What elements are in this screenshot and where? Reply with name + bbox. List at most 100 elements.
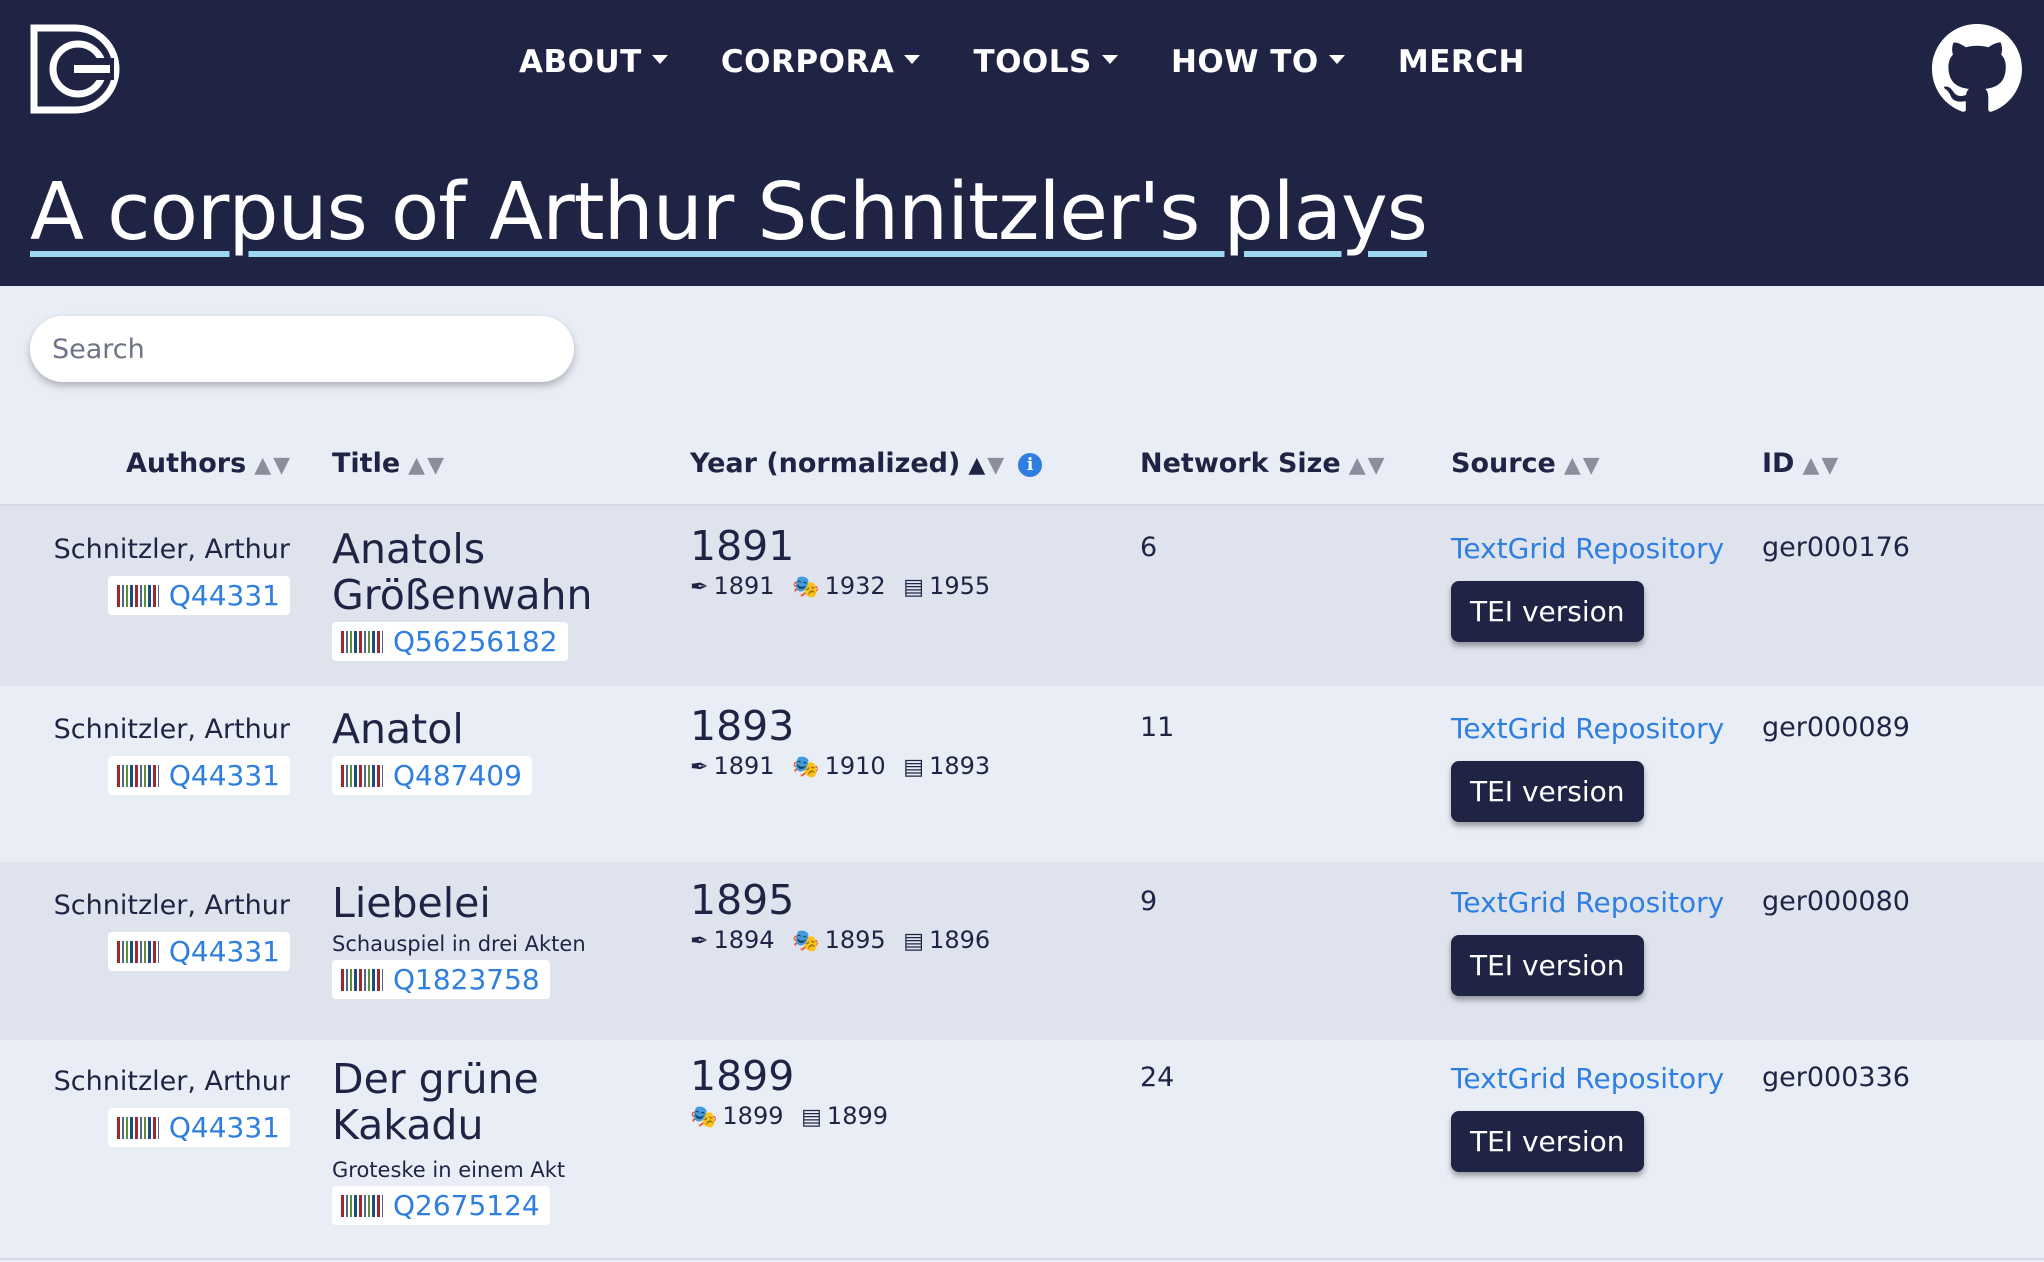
author-cell: Schnitzler, Arthur Q44331 bbox=[0, 890, 290, 980]
caret-down-icon bbox=[904, 55, 921, 64]
year-normalized: 1893 bbox=[690, 702, 795, 750]
nav-how-to[interactable]: HOW TO bbox=[1171, 44, 1345, 80]
tei-version-button[interactable]: TEI version bbox=[1451, 935, 1644, 996]
wikidata-barcode-icon bbox=[341, 969, 383, 991]
column-header-title[interactable]: Title ▲▼ bbox=[332, 448, 446, 479]
nav-corpora[interactable]: CORPORA bbox=[721, 44, 921, 80]
column-header-id[interactable]: ID ▲▼ bbox=[1762, 448, 1840, 479]
pen-icon: ✒ bbox=[690, 929, 709, 954]
main-nav: ABOUT CORPORA TOOLS HOW TO MERCH bbox=[0, 44, 2044, 80]
play-title[interactable]: Anatols Größenwahn bbox=[332, 526, 592, 618]
wikidata-title-link[interactable]: Q1823758 bbox=[332, 960, 550, 999]
theatre-masks-icon: 🎭 bbox=[792, 929, 820, 954]
play-subtitle: Schauspiel in drei Akten bbox=[332, 932, 586, 956]
year-cell: 1893 ✒ 1891 🎭 1910 ▤ 1893 bbox=[690, 702, 990, 780]
sort-arrows-icon[interactable]: ▲▼ bbox=[968, 453, 1006, 478]
info-icon[interactable]: i bbox=[1018, 453, 1043, 477]
author-name: Schnitzler, Arthur bbox=[53, 714, 290, 745]
wikidata-title-link[interactable]: Q487409 bbox=[332, 756, 532, 795]
table-row: Schnitzler, Arthur Q44331 Anatols Größenw… bbox=[0, 506, 2044, 686]
search-input[interactable] bbox=[30, 316, 574, 382]
year-normalized: 1891 bbox=[690, 522, 795, 570]
table-row: Schnitzler, Arthur Q44331 Der grüne Kakad… bbox=[0, 1040, 2044, 1262]
theatre-masks-icon: 🎭 bbox=[792, 575, 820, 600]
year-cell: 1895 ✒ 1894 🎭 1895 ▤ 1896 bbox=[690, 876, 990, 954]
tei-version-button[interactable]: TEI version bbox=[1451, 1111, 1644, 1172]
play-id: ger000089 bbox=[1762, 712, 1910, 743]
source-link[interactable]: TextGrid Repository bbox=[1451, 886, 1724, 919]
author-name: Schnitzler, Arthur bbox=[53, 890, 290, 921]
tei-version-button[interactable]: TEI version bbox=[1451, 761, 1644, 822]
wikidata-barcode-icon bbox=[116, 585, 159, 607]
wikidata-barcode-icon bbox=[116, 1117, 159, 1139]
book-icon: ▤ bbox=[801, 1105, 822, 1130]
book-icon: ▤ bbox=[903, 929, 925, 954]
play-title[interactable]: Liebelei bbox=[332, 880, 586, 926]
column-header-network-size[interactable]: Network Size ▲▼ bbox=[1140, 448, 1387, 479]
year-cell: 1891 ✒ 1891 🎭 1932 ▤ 1955 bbox=[690, 522, 990, 600]
nav-tools[interactable]: TOOLS bbox=[973, 44, 1118, 80]
wikidata-barcode-icon bbox=[341, 765, 383, 787]
network-size: 24 bbox=[1140, 1062, 1175, 1093]
source-link[interactable]: TextGrid Repository bbox=[1451, 1062, 1724, 1095]
title-cell: Der grüne Kakadu Groteske in einem Akt Q2… bbox=[332, 1056, 565, 1225]
title-cell: Anatols Größenwahn Q56256182 bbox=[332, 526, 592, 661]
column-header-source[interactable]: Source ▲▼ bbox=[1451, 448, 1602, 479]
book-icon: ▤ bbox=[903, 755, 925, 780]
theatre-masks-icon: 🎭 bbox=[792, 755, 820, 780]
table-row: Schnitzler, Arthur Q44331 Liebelei Schau… bbox=[0, 862, 2044, 1040]
book-icon: ▤ bbox=[903, 575, 925, 600]
pen-icon: ✒ bbox=[690, 575, 709, 600]
wikidata-title-link[interactable]: Q2675124 bbox=[332, 1186, 550, 1225]
year-details: ✒ 1891 🎭 1932 ▤ 1955 bbox=[690, 572, 991, 600]
caret-down-icon bbox=[1101, 55, 1118, 64]
wikidata-author-link[interactable]: Q44331 bbox=[107, 756, 290, 795]
wikidata-author-link[interactable]: Q44331 bbox=[107, 932, 290, 971]
source-link[interactable]: TextGrid Repository bbox=[1451, 712, 1724, 745]
source-cell: TextGrid Repository TEI version bbox=[1451, 532, 1724, 642]
pen-icon: ✒ bbox=[690, 755, 709, 780]
source-link[interactable]: TextGrid Repository bbox=[1451, 532, 1724, 565]
table-row: Schnitzler, Arthur Q44331 Anatol Q487409… bbox=[0, 686, 2044, 862]
sort-arrows-icon[interactable]: ▲▼ bbox=[1349, 453, 1387, 478]
title-cell: Anatol Q487409 bbox=[332, 706, 532, 795]
year-normalized: 1895 bbox=[690, 876, 795, 924]
wikidata-barcode-icon bbox=[116, 941, 159, 963]
play-title[interactable]: Der grüne Kakadu bbox=[332, 1056, 565, 1148]
play-id: ger000176 bbox=[1762, 532, 1910, 563]
wikidata-title-link[interactable]: Q56256182 bbox=[332, 622, 568, 661]
network-size: 6 bbox=[1140, 532, 1158, 563]
play-id: ger000336 bbox=[1762, 1062, 1910, 1093]
nav-about[interactable]: ABOUT bbox=[519, 44, 668, 80]
sort-arrows-icon[interactable]: ▲▼ bbox=[1802, 453, 1840, 478]
wikidata-barcode-icon bbox=[341, 1195, 383, 1217]
author-cell: Schnitzler, Arthur Q44331 bbox=[0, 534, 290, 624]
play-id: ger000080 bbox=[1762, 886, 1910, 917]
sort-arrows-icon[interactable]: ▲▼ bbox=[1564, 453, 1602, 478]
nav-merch[interactable]: MERCH bbox=[1398, 44, 1525, 80]
year-cell: 1899 🎭 1899 ▤ 1899 bbox=[690, 1052, 888, 1130]
wikidata-author-link[interactable]: Q44331 bbox=[107, 1108, 290, 1147]
tei-version-button[interactable]: TEI version bbox=[1451, 581, 1644, 642]
sort-arrows-icon[interactable]: ▲▼ bbox=[408, 453, 446, 478]
theatre-masks-icon: 🎭 bbox=[690, 1105, 718, 1130]
caret-down-icon bbox=[1328, 55, 1345, 64]
source-cell: TextGrid Repository TEI version bbox=[1451, 712, 1724, 822]
title-cell: Liebelei Schauspiel in drei Akten Q18237… bbox=[332, 880, 586, 999]
author-name: Schnitzler, Arthur bbox=[53, 534, 290, 565]
wikidata-author-link[interactable]: Q44331 bbox=[107, 576, 290, 615]
caret-down-icon bbox=[651, 55, 668, 64]
play-title[interactable]: Anatol bbox=[332, 706, 532, 752]
sort-arrows-icon[interactable]: ▲▼ bbox=[254, 453, 292, 478]
network-size: 11 bbox=[1140, 712, 1175, 743]
column-header-authors[interactable]: Authors ▲▼ bbox=[126, 448, 292, 479]
column-header-year[interactable]: Year (normalized) ▲▼ i bbox=[690, 448, 1043, 479]
source-cell: TextGrid Repository TEI version bbox=[1451, 1062, 1724, 1172]
source-cell: TextGrid Repository TEI version bbox=[1451, 886, 1724, 996]
year-details: 🎭 1899 ▤ 1899 bbox=[690, 1102, 888, 1130]
year-details: ✒ 1891 🎭 1910 ▤ 1893 bbox=[690, 752, 991, 780]
divider bbox=[0, 1258, 2044, 1260]
year-details: ✒ 1894 🎭 1895 ▤ 1896 bbox=[690, 926, 991, 954]
author-cell: Schnitzler, Arthur Q44331 bbox=[0, 1066, 290, 1156]
github-icon[interactable] bbox=[1932, 24, 2022, 114]
